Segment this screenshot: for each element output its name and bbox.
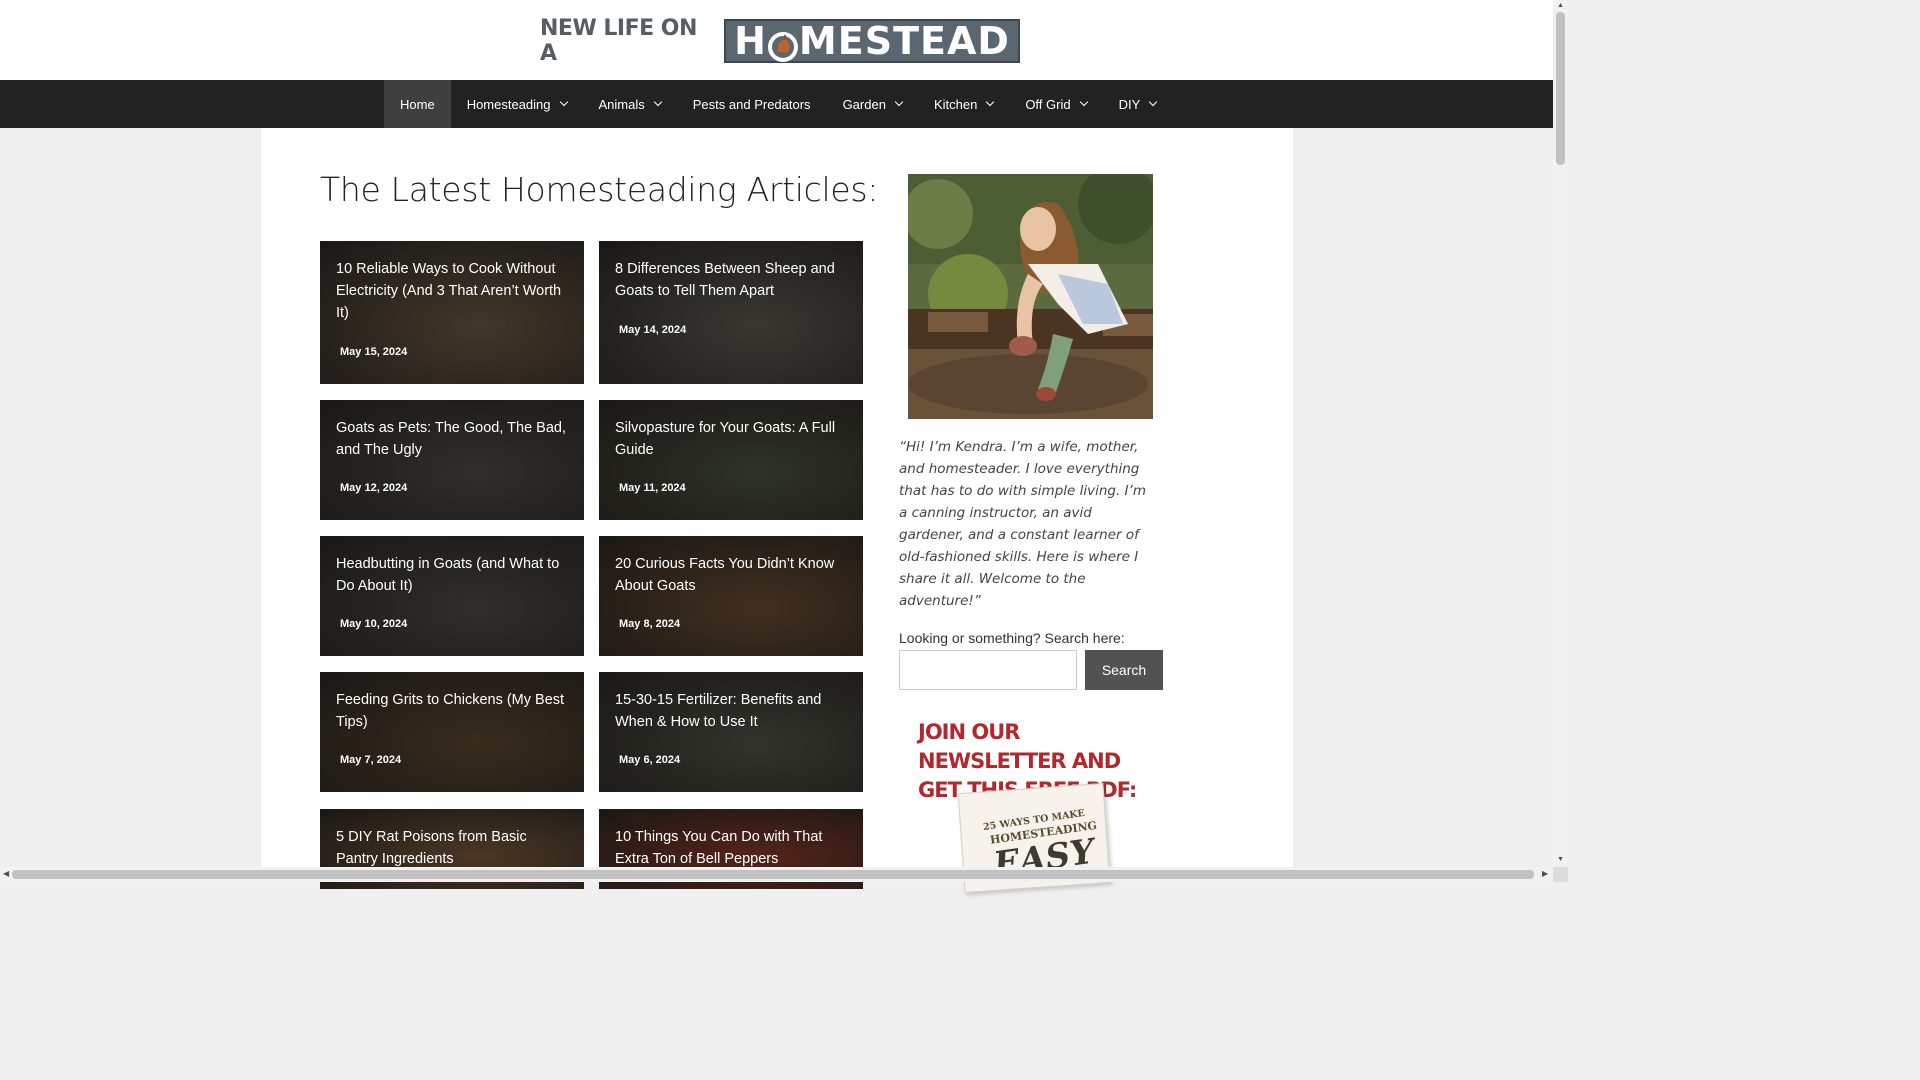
- article-date: May 14, 2024: [619, 324, 687, 336]
- search-button[interactable]: Search: [1085, 650, 1163, 690]
- article-title[interactable]: 20 Curious Facts You Didn’t Know About G…: [615, 553, 851, 597]
- article-title[interactable]: Silvopasture for Your Goats: A Full Guid…: [615, 417, 851, 461]
- article-card[interactable]: 20 Curious Facts You Didn’t Know About G…: [599, 536, 863, 656]
- article-title[interactable]: 8 Differences Between Sheep and Goats to…: [615, 258, 851, 302]
- article-card[interactable]: Goats as Pets: The Good, The Bad, and Th…: [320, 400, 584, 520]
- scroll-down-arrow-icon[interactable]: ▼: [1557, 856, 1564, 863]
- chevron-down-icon: [559, 97, 568, 107]
- scroll-up-arrow-icon[interactable]: ▲: [1557, 2, 1564, 9]
- search-label: Looking or something? Search here:: [899, 630, 1125, 646]
- chevron-down-icon: [894, 97, 904, 107]
- scroll-left-arrow-icon[interactable]: ◀: [3, 869, 9, 878]
- article-card[interactable]: 15-30-15 Fertilizer: Benefits and When &…: [599, 672, 863, 792]
- horizontal-scrollbar[interactable]: ◀ ▶: [0, 867, 1553, 882]
- author-photo: [908, 174, 1153, 419]
- author-bio: “Hi! I’m Kendra. I’m a wife, mother, and…: [899, 439, 1146, 609]
- article-date: May 6, 2024: [619, 754, 681, 766]
- article-title[interactable]: Goats as Pets: The Good, The Bad, and Th…: [336, 417, 572, 461]
- nav-item-homesteading[interactable]: Homesteading: [451, 80, 583, 128]
- nav-item-label: Garden: [842, 96, 886, 112]
- search-input[interactable]: [899, 650, 1077, 690]
- article-date: May 11, 2024: [619, 482, 686, 494]
- site-logo[interactable]: NEW LIFE ON A H MESTEAD: [540, 16, 1020, 66]
- nav-item-home[interactable]: Home: [384, 80, 451, 128]
- article-date: May 8, 2024: [619, 618, 681, 630]
- nav-item-label: Animals: [598, 96, 645, 112]
- nav-item-label: Kitchen: [933, 96, 978, 112]
- chevron-down-icon: [986, 97, 995, 107]
- article-date: May 12, 2024: [340, 482, 408, 494]
- article-card[interactable]: Silvopasture for Your Goats: A Full Guid…: [599, 400, 863, 520]
- chevron-down-icon: [1079, 97, 1088, 107]
- article-title[interactable]: Feeding Grits to Chickens (My Best Tips): [336, 689, 572, 733]
- logo-wordmark: H MESTEAD: [724, 19, 1020, 63]
- page-title: The Latest Homesteading Articles:: [320, 170, 879, 209]
- main-navigation: Home Homesteading Animals Pests and Predato…: [0, 80, 1553, 128]
- chevron-down-icon: [653, 97, 663, 107]
- nav-item-animals[interactable]: Animals: [583, 80, 677, 128]
- nav-item-diy[interactable]: DIY: [1103, 80, 1173, 128]
- article-card[interactable]: 10 Reliable Ways to Cook Without Electri…: [320, 241, 584, 384]
- article-title[interactable]: 10 Things You Can Do with That Extra Ton…: [615, 826, 851, 870]
- nav-item-label: Home: [400, 96, 435, 112]
- nav-item-pests-and-predators[interactable]: Pests and Predators: [677, 80, 827, 128]
- nav-item-label: DIY: [1118, 96, 1141, 112]
- scrollbar-corner: [1553, 867, 1568, 882]
- article-card[interactable]: Headbutting in Goats (and What to Do Abo…: [320, 536, 584, 656]
- logo-word-start: H: [734, 19, 767, 63]
- article-title[interactable]: 5 DIY Rat Poisons from Basic Pantry Ingr…: [336, 826, 572, 870]
- nav-item-kitchen[interactable]: Kitchen: [918, 80, 1009, 128]
- chevron-down-icon: [1149, 97, 1158, 107]
- article-card[interactable]: Feeding Grits to Chickens (My Best Tips)…: [320, 672, 584, 792]
- article-date: May 10, 2024: [340, 618, 408, 630]
- vertical-scrollbar[interactable]: ▲ ▼: [1553, 0, 1568, 882]
- main-content: The Latest Homesteading Articles: 10 Rel…: [261, 128, 1293, 893]
- horizontal-scroll-thumb[interactable]: [12, 870, 1534, 879]
- scroll-right-arrow-icon[interactable]: ▶: [1542, 869, 1548, 878]
- nav-item-off-grid[interactable]: Off Grid: [1009, 80, 1102, 128]
- logo-prefix: NEW LIFE ON A: [540, 16, 697, 66]
- logo-word-end: MESTEAD: [798, 19, 1010, 63]
- article-date: May 7, 2024: [340, 754, 402, 766]
- article-title[interactable]: 10 Reliable Ways to Cook Without Electri…: [336, 258, 572, 324]
- article-title[interactable]: 15-30-15 Fertilizer: Benefits and When &…: [615, 689, 851, 733]
- nav-item-label: Homesteading: [466, 96, 551, 112]
- site-header: NEW LIFE ON A H MESTEAD: [0, 0, 1553, 80]
- nav-item-garden[interactable]: Garden: [827, 80, 918, 128]
- nav-item-label: Pests and Predators: [692, 96, 811, 112]
- article-title[interactable]: Headbutting in Goats (and What to Do Abo…: [336, 553, 572, 597]
- rooster-icon: [767, 27, 798, 62]
- article-card[interactable]: 8 Differences Between Sheep and Goats to…: [599, 241, 863, 384]
- nav-item-label: Off Grid: [1025, 96, 1071, 112]
- article-date: May 15, 2024: [340, 346, 408, 358]
- vertical-scroll-thumb[interactable]: [1556, 12, 1565, 165]
